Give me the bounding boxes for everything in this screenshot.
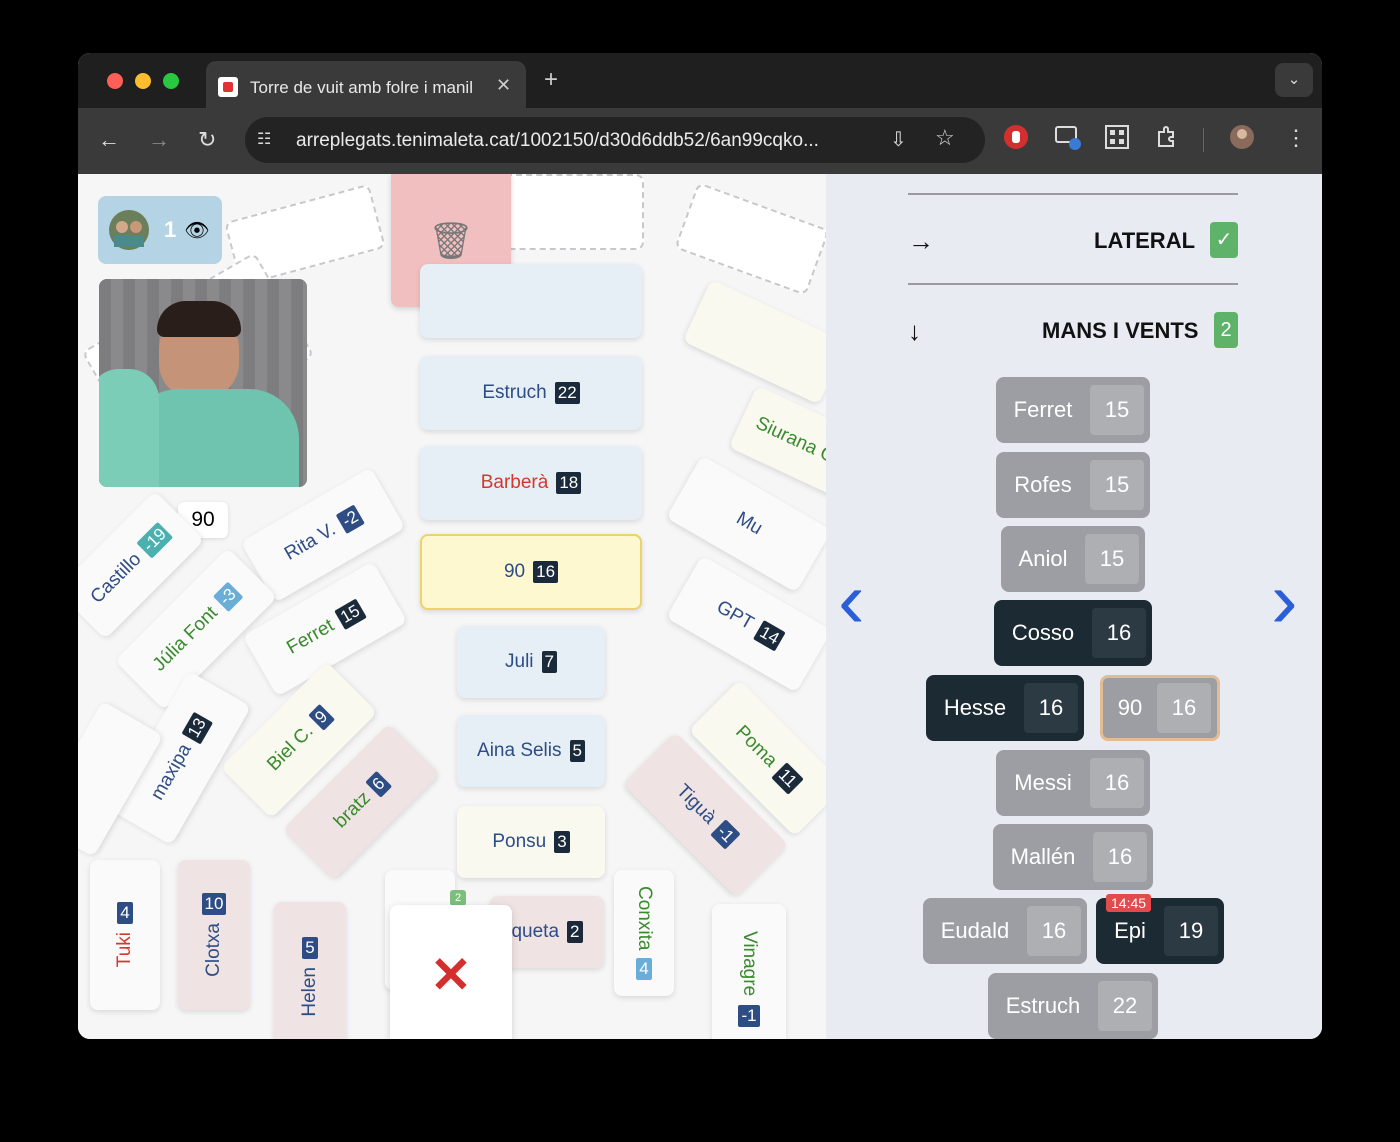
- empty-card[interactable]: [682, 279, 826, 405]
- title-bar: Torre de vuit amb folre i manil ✕ + ⌄: [78, 53, 1322, 108]
- adblock-extension-icon[interactable]: [1003, 124, 1029, 150]
- tab-search-button[interactable]: ⌄: [1275, 63, 1313, 97]
- next-arrow-icon[interactable]: ›: [1271, 560, 1298, 640]
- mans-count-badge: 2: [1214, 312, 1238, 348]
- browser-window: Torre de vuit amb folre i manil ✕ + ⌄ ← …: [78, 53, 1322, 1039]
- page-content: 1 👁 90 🗑 Estruch 22 Barberà 18 90 16 Jul…: [78, 174, 1322, 1039]
- card-ponsu[interactable]: Ponsu 3: [457, 806, 605, 878]
- lateral-arrow-icon: →: [908, 226, 934, 256]
- pill-aniol[interactable]: Aniol 15: [1001, 526, 1145, 592]
- pill-rofes[interactable]: Rofes 15: [996, 452, 1150, 518]
- card-estruch[interactable]: Estruch 22: [420, 356, 642, 430]
- empty-card[interactable]: [420, 264, 642, 338]
- card-90-selected[interactable]: 90 16: [420, 534, 642, 610]
- toolbar-divider: [1203, 128, 1204, 152]
- tab-favicon-icon: [218, 77, 238, 97]
- eye-icon: 👁: [184, 219, 210, 242]
- card-tuki[interactable]: Tuki 4: [90, 860, 160, 1010]
- card-clotxa[interactable]: Clotxa 10: [178, 860, 250, 1010]
- cancel-button[interactable]: ✕: [390, 905, 512, 1039]
- divider: [908, 283, 1238, 285]
- browser-tab[interactable]: Torre de vuit amb folre i manil ✕: [206, 61, 526, 108]
- browser-menu-icon[interactable]: ⋮: [1285, 125, 1307, 151]
- divider: [908, 193, 1238, 195]
- mans-i-vents-label: MANS I VENTS: [1042, 318, 1199, 343]
- browser-toolbar: ← → ↻ ☷ arreplegats.tenimaleta.cat/10021…: [78, 108, 1322, 174]
- member-photo: [99, 279, 307, 487]
- qr-code-extension-icon[interactable]: [1104, 124, 1130, 150]
- card-juli[interactable]: Juli 7: [457, 626, 605, 698]
- empty-slot[interactable]: [498, 174, 644, 250]
- viewer-count: 1: [164, 217, 177, 242]
- prev-arrow-icon[interactable]: ‹: [838, 560, 865, 640]
- forward-button[interactable]: →: [148, 127, 170, 153]
- card-helen[interactable]: Helen 5: [274, 902, 346, 1039]
- empty-slot[interactable]: [674, 182, 826, 296]
- reload-button[interactable]: ↻: [198, 127, 216, 153]
- address-bar[interactable]: ☷ arreplegats.tenimaleta.cat/1002150/d30…: [245, 117, 985, 163]
- tab-close-icon[interactable]: ✕: [496, 75, 511, 96]
- viewers-badge[interactable]: 1 👁: [98, 196, 222, 264]
- install-app-icon[interactable]: ⇩: [890, 127, 907, 152]
- card-barbera[interactable]: Barberà 18: [420, 446, 642, 520]
- pill-90-selected[interactable]: 90 16: [1100, 675, 1220, 741]
- lateral-label: LATERAL: [1094, 228, 1196, 253]
- tab-title: Torre de vuit amb folre i manil: [250, 78, 473, 97]
- screen-capture-extension-icon[interactable]: [1055, 124, 1081, 150]
- pill-eudald[interactable]: Eudald 16: [923, 898, 1087, 964]
- mini-count-badge: 2: [450, 890, 466, 906]
- minimize-window-button[interactable]: [135, 73, 151, 89]
- new-tab-button[interactable]: +: [544, 66, 558, 94]
- zoom-window-button[interactable]: [163, 73, 179, 89]
- pill-messi[interactable]: Messi 16: [996, 750, 1150, 816]
- mans-arrow-icon: ↓: [908, 316, 921, 346]
- url-text[interactable]: arreplegats.tenimaleta.cat/1002150/d30d6…: [296, 130, 819, 152]
- site-info-icon[interactable]: ☷: [257, 129, 279, 151]
- back-button[interactable]: ←: [98, 127, 120, 153]
- card-conxita[interactable]: Conxita 4: [614, 870, 674, 996]
- pill-ferret[interactable]: Ferret 15: [996, 377, 1150, 443]
- profile-avatar[interactable]: [1229, 124, 1255, 150]
- timer-badge: 14:45: [1106, 894, 1152, 912]
- castell-board: 1 👁 90 🗑 Estruch 22 Barberà 18 90 16 Jul…: [78, 174, 826, 1039]
- pill-hesse[interactable]: Hesse 16: [926, 675, 1084, 741]
- pill-estruch[interactable]: Estruch 22: [988, 973, 1158, 1039]
- pill-mallen[interactable]: Mallén 16: [993, 824, 1153, 890]
- close-window-button[interactable]: [107, 73, 123, 89]
- pill-cosso[interactable]: Cosso 16: [994, 600, 1152, 666]
- card-vinagre[interactable]: Vinagre -1: [712, 904, 786, 1039]
- card-aina-selis[interactable]: Aina Selis 5: [457, 715, 605, 787]
- extensions-puzzle-icon[interactable]: [1154, 124, 1180, 150]
- lateral-check-icon[interactable]: ✓: [1210, 222, 1238, 258]
- position-panel: → LATERAL ✓ ↓ MANS I VENTS 2 ‹ › Ferret 1…: [826, 174, 1322, 1039]
- bookmark-star-icon[interactable]: ☆: [935, 125, 955, 151]
- group-avatar: [109, 210, 149, 250]
